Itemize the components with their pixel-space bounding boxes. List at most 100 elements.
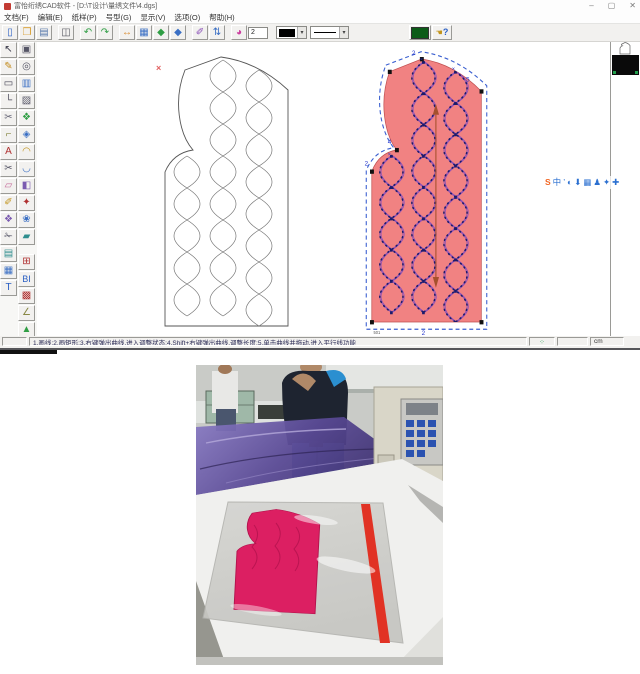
point-label: 5 — [466, 76, 470, 83]
status-grid-icon: ⁘ — [529, 337, 555, 346]
template-sheet — [203, 502, 403, 643]
status-box-empty2 — [557, 337, 588, 346]
color-wheel-button[interactable]: ◕ — [231, 25, 247, 40]
scissors-tool[interactable]: ✂ — [0, 161, 17, 177]
stitch-pen-tool[interactable]: ✐ — [0, 195, 17, 211]
stitch-pen-tool-icon: ✐ — [4, 198, 12, 208]
fill-bucket-icon: ◆ — [157, 28, 165, 38]
cut-line-tool[interactable]: ✂ — [0, 110, 17, 126]
pencil-tool[interactable]: ✎ — [0, 59, 17, 75]
arc-tool[interactable]: ◡ — [18, 161, 35, 177]
eraser-tool-icon: ▱ — [5, 181, 13, 191]
mic-icon[interactable]: ⬇ — [574, 178, 581, 187]
bi-align-tool[interactable]: BI — [18, 271, 35, 287]
help-button[interactable]: ☚? — [432, 25, 452, 40]
text-t-tool[interactable]: T — [0, 280, 17, 296]
measure-button[interactable]: ↔ — [119, 25, 135, 40]
pattern-slot-selected[interactable] — [612, 55, 639, 75]
measure-icon: ↔ — [122, 28, 132, 38]
hoop-tool[interactable]: ◎ — [18, 59, 35, 75]
pattern-move-tool-icon: ❖ — [4, 215, 13, 225]
pencil-tool-icon: ✎ — [4, 62, 12, 72]
color-dropdown[interactable]: ▾ — [276, 26, 307, 39]
brush-button[interactable]: ✐ — [192, 25, 208, 40]
text-a-tool-icon: A — [5, 147, 12, 157]
emoji-panel-icon[interactable]: ▦ — [583, 178, 591, 187]
region-fill-tool-icon: ◈ — [23, 130, 31, 140]
menu-size[interactable]: 号型(G) — [106, 12, 132, 23]
stamp-tool[interactable]: ◧ — [18, 178, 35, 194]
region-fill-tool[interactable]: ◈ — [18, 127, 35, 143]
corner-line-tool[interactable]: └ — [0, 93, 17, 109]
design-canvas[interactable]: × — [37, 42, 610, 336]
spray-tool[interactable]: ❀ — [18, 212, 35, 228]
half-shape-icon[interactable]: ◐ — [567, 178, 572, 187]
stitch-count-input[interactable] — [248, 27, 268, 39]
grid-table-button[interactable]: ▦ — [136, 25, 152, 40]
grid-block-tool[interactable]: ▦ — [0, 263, 17, 279]
new-document-button[interactable]: ▯ — [2, 25, 18, 40]
window-title: 富怡绗绣CAD软件 - [D:\T设计\量绣文件\4.dgs] — [14, 1, 157, 11]
brush2-tool-icon: ✦ — [22, 198, 30, 208]
stitch-settings-button[interactable]: ⇅ — [209, 25, 225, 40]
minimize-button[interactable]: – — [589, 0, 593, 12]
pyramid-tool-icon: ▲ — [22, 325, 32, 335]
plotter-frame-icon: ◫ — [61, 28, 70, 38]
fill-bucket-button[interactable]: ◆ — [153, 25, 169, 40]
stitch-settings-icon: ⇅ — [213, 28, 221, 38]
redo-button[interactable]: ↷ — [97, 25, 113, 40]
close-button[interactable]: ✕ — [629, 0, 636, 12]
select-tool[interactable]: ↖ — [0, 42, 17, 58]
zigzag-tool[interactable]: ▨ — [18, 93, 35, 109]
measure-tool[interactable]: ⌐ — [0, 127, 17, 143]
pattern-move-tool[interactable]: ❖ — [0, 212, 17, 228]
brush2-tool[interactable]: ✦ — [18, 195, 35, 211]
help-question-icon: ? — [443, 28, 449, 37]
grid-block-tool-icon: ▦ — [4, 266, 13, 276]
swatch-tool[interactable]: ▰ — [18, 229, 35, 245]
menu-help[interactable]: 帮助(H) — [209, 12, 234, 23]
save-file-button[interactable]: ▤ — [36, 25, 52, 40]
save-file-icon: ▤ — [39, 28, 48, 38]
stamp-rect-tool[interactable]: ⊞ — [18, 254, 35, 270]
zigzag-tool-icon: ▨ — [22, 96, 31, 106]
ruler-tool[interactable]: ∠ — [18, 305, 35, 321]
menu-pattern[interactable]: 纸样(P) — [72, 12, 97, 23]
sewing-machine-tool[interactable]: ▥ — [18, 76, 35, 92]
line-style-dropdown[interactable]: ▾ — [310, 26, 349, 39]
title-bar: 富怡绗绣CAD软件 - [D:\T设计\量绣文件\4.dgs] – ▢ ✕ — [0, 0, 640, 12]
menu-view[interactable]: 显示(V) — [140, 12, 165, 23]
text-a-tool[interactable]: A — [0, 144, 17, 160]
toolbox-icon[interactable]: ✚ — [612, 178, 619, 187]
window-bottom-edge — [0, 348, 640, 350]
svg-text:×: × — [388, 152, 391, 158]
watering-fill-tool[interactable]: ❖ — [18, 110, 35, 126]
maximize-button[interactable]: ▢ — [608, 0, 616, 12]
curve-tool-icon: ◠ — [22, 147, 31, 157]
display-toggle-button[interactable] — [409, 25, 431, 40]
open-file-button[interactable]: ❒ — [19, 25, 35, 40]
screenshot-root: 富怡绗绣CAD软件 - [D:\T设计\量绣文件\4.dgs] – ▢ ✕ 文档… — [0, 0, 640, 674]
eraser-tool[interactable]: ▱ — [0, 178, 17, 194]
skin-icon[interactable]: ✦ — [603, 178, 610, 187]
trim-tool[interactable]: ✁ — [0, 229, 17, 245]
person-icon[interactable]: ♟ — [593, 178, 601, 187]
sogou-logo-icon[interactable]: S — [545, 178, 551, 187]
chinese-mode-icon[interactable]: 中 — [553, 178, 562, 187]
cad-window: 富怡绗绣CAD软件 - [D:\T设计\量绣文件\4.dgs] – ▢ ✕ 文档… — [0, 0, 640, 350]
pour-color-button[interactable]: ◆ — [170, 25, 186, 40]
menu-file[interactable]: 文档(F) — [4, 12, 29, 23]
pattern-outline-vest[interactable] — [163, 56, 291, 328]
rectangle-tool[interactable]: ▭ — [0, 76, 17, 92]
pattern-block-tool[interactable]: ▩ — [18, 288, 35, 304]
menu-options[interactable]: 选项(O) — [174, 12, 200, 23]
tape-ruler-tool[interactable]: ▤ — [0, 246, 17, 262]
undo-button[interactable]: ↶ — [80, 25, 96, 40]
pattern-filled-vest[interactable]: ××× 2 5 4 2 2 501 — [370, 58, 484, 324]
curve-tool[interactable]: ◠ — [18, 144, 35, 160]
frame-tool[interactable]: ▣ — [18, 42, 35, 58]
chevron-down-icon: ▾ — [297, 27, 306, 38]
menu-edit[interactable]: 编辑(E) — [38, 12, 63, 23]
apostrophe-icon[interactable]: ’ — [563, 178, 565, 187]
plotter-frame-button[interactable]: ◫ — [58, 25, 74, 40]
